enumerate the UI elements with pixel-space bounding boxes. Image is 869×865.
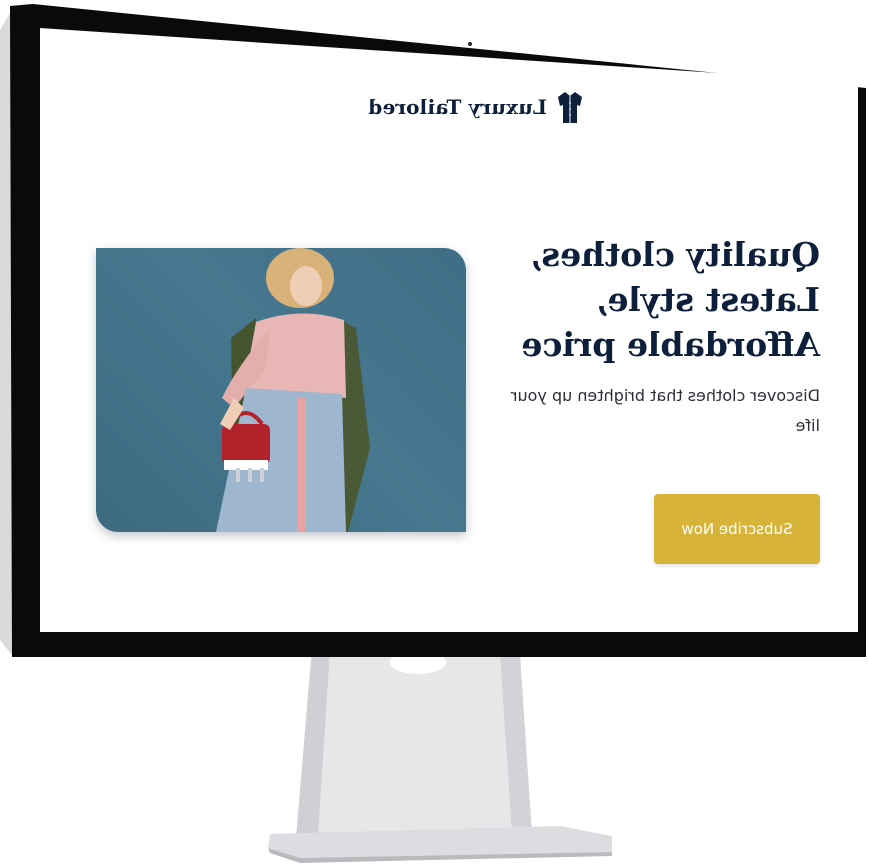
- shirt-icon: [558, 92, 582, 123]
- brand-logo[interactable]: Luxury Tailored: [343, 90, 583, 124]
- hero-subtext: Discover clothes that brighten up your l…: [510, 386, 820, 435]
- headline-line: Affordable price: [521, 325, 820, 364]
- website-page: Luxury Tailored Quality clothes, Latest …: [40, 28, 858, 632]
- fashion-model-photo: [96, 248, 466, 532]
- brand-name: Luxury Tailored: [368, 95, 547, 119]
- headline-line: Latest style,: [595, 280, 820, 319]
- subscribe-button[interactable]: Subscribe Now: [654, 494, 820, 564]
- mockup-stage: Luxury Tailored Quality clothes, Latest …: [0, 0, 869, 865]
- monitor-screen: Luxury Tailored Quality clothes, Latest …: [40, 28, 858, 632]
- hero-headline: Quality clothes, Latest style, Affordabl…: [520, 232, 820, 367]
- hero-text: Quality clothes, Latest style, Affordabl…: [511, 232, 820, 441]
- headline-line: Quality clothes,: [529, 235, 820, 274]
- model-illustration: [216, 248, 370, 532]
